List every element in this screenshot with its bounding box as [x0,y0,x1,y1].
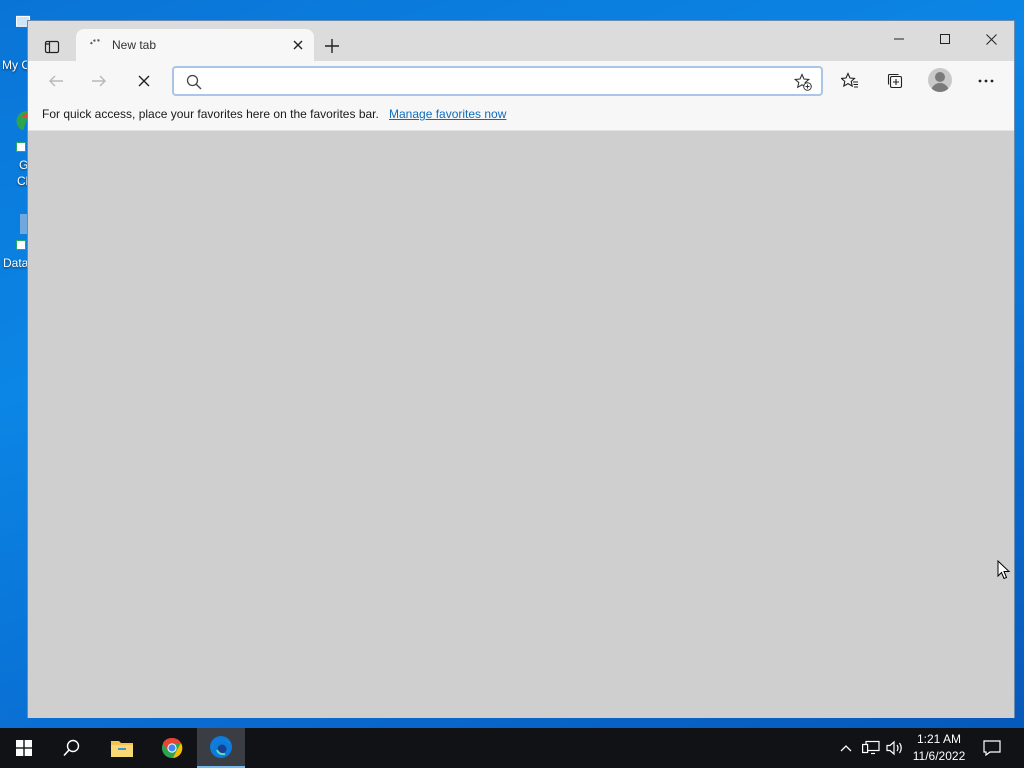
star-add-icon [794,73,812,91]
taskbar-chrome[interactable] [148,728,196,768]
avatar-body [931,83,949,92]
taskbar-clock[interactable]: 1:21 AM 11/6/2022 [906,731,972,765]
favorites-bar: For quick access, place your favorites h… [28,99,1014,131]
volume-button[interactable] [884,728,906,768]
volume-icon [886,740,902,756]
new-tab-button[interactable] [320,34,344,58]
arrow-right-icon [92,75,106,87]
forward-button[interactable] [84,66,114,96]
loading-spinner-icon [90,39,102,45]
favorites-button[interactable] [835,66,865,96]
desktop-icon-google-chrome[interactable]: G Cl [0,110,30,190]
network-button[interactable] [860,728,882,768]
minimize-button[interactable] [876,25,922,53]
notification-button[interactable] [978,728,1006,768]
close-icon [985,33,997,45]
more-icon [978,79,994,83]
arrow-left-icon [49,75,63,87]
taskbar-file-explorer[interactable] [98,728,146,768]
collections-button[interactable] [880,66,910,96]
manage-favorites-link[interactable]: Manage favorites now [389,107,506,121]
tab-new-tab[interactable]: New tab [76,29,314,61]
window-close-button[interactable] [968,25,1014,53]
address-input[interactable] [210,71,770,91]
avatar-head [935,72,945,82]
taskbar-search-button[interactable] [48,728,96,768]
desktop-icon-data[interactable]: Data [0,212,32,272]
file-explorer-icon [111,741,133,757]
back-button[interactable] [41,66,71,96]
browser-window: New tab For quick access, place your fav… [27,20,1015,718]
clock-time: 1:21 AM [916,732,962,746]
plus-icon [325,39,339,53]
taskbar: 1:21 AM 11/6/2022 [0,728,1024,768]
taskbar-edge[interactable] [197,728,245,768]
shortcut-arrow-icon [16,142,26,152]
minimize-icon [894,38,904,40]
more-options-button[interactable] [971,66,1001,96]
toolbar [28,61,1014,99]
tab-title: New tab [112,38,157,52]
search-icon [63,739,80,757]
tab-actions-icon [44,40,60,54]
desktop-icon-label: My C [2,58,30,72]
address-bar[interactable] [172,66,823,96]
stop-loading-icon [138,75,150,87]
collections-icon [887,73,903,89]
favorites-bar-message: For quick access, place your favorites h… [42,107,379,121]
close-icon [293,40,303,50]
edge-icon [210,736,232,758]
start-icon [16,740,32,756]
chrome-icon [162,737,183,758]
shortcut-arrow-icon [16,240,26,250]
tab-actions-button[interactable] [38,35,66,59]
profile-avatar-button[interactable] [928,68,952,92]
chevron-up-icon [840,745,852,752]
maximize-button[interactable] [922,25,968,53]
tab-close-button[interactable] [290,37,306,53]
page-content [28,132,1014,718]
clock-date: 11/6/2022 [912,749,966,763]
favorites-icon [841,72,858,88]
stop-loading-button[interactable] [129,66,159,96]
title-bar: New tab [28,21,1014,61]
desktop-icon-label: Data [3,256,29,270]
start-button[interactable] [0,728,48,768]
desktop-icon-my-computer[interactable]: My C [0,10,31,74]
search-icon [186,74,202,90]
notification-icon [983,740,1001,756]
maximize-icon [940,34,950,44]
mouse-cursor-icon [997,560,1011,580]
show-hidden-icons-button[interactable] [836,728,856,768]
add-favorite-button[interactable] [793,72,813,92]
network-icon [862,740,880,755]
